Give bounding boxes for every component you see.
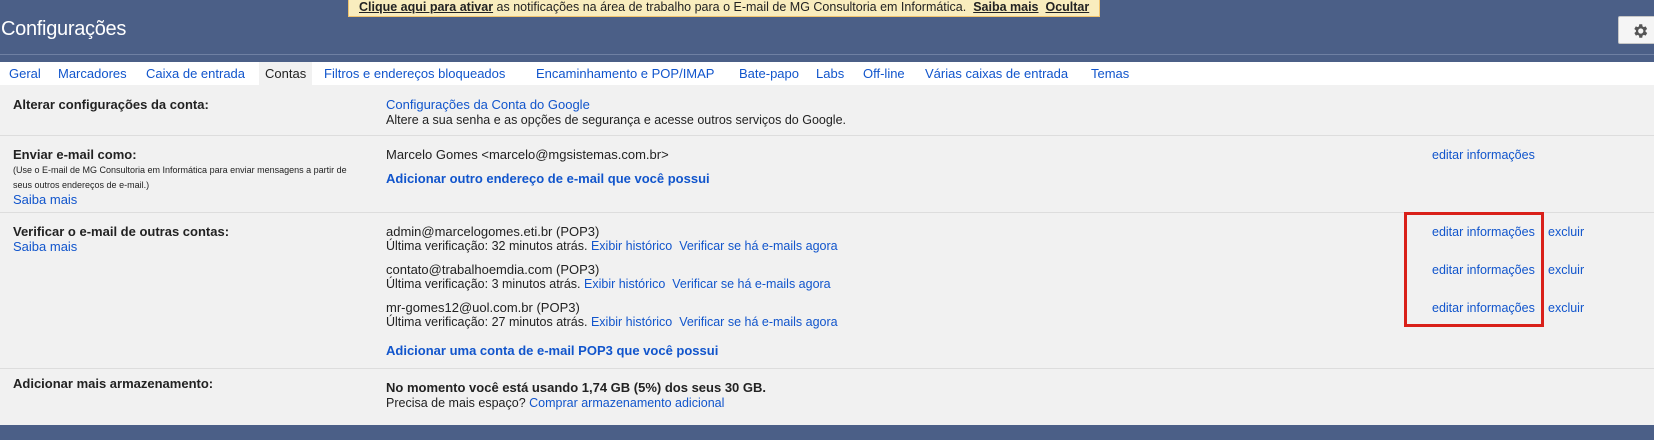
- send-as-identity: Marcelo Gomes <marcelo@mgsistemas.com.br…: [386, 147, 669, 162]
- tab-temas[interactable]: Temas: [1085, 62, 1135, 85]
- pop3-edit-link[interactable]: editar informações: [1432, 263, 1535, 277]
- tab-caixa-de-entrada[interactable]: Caixa de entrada: [140, 62, 251, 85]
- check-now-link[interactable]: Verificar se há e-mails agora: [679, 239, 837, 253]
- send-as-label: Enviar e-mail como:: [13, 147, 137, 162]
- settings-tabs: Geral Marcadores Caixa de entrada Contas…: [0, 62, 1654, 85]
- tab-contas[interactable]: Contas: [259, 62, 313, 85]
- last-check-text: Última verificação: 3 minutos atrás.: [386, 277, 581, 291]
- add-email-address-link[interactable]: Adicionar outro endereço de e-mail que v…: [386, 171, 710, 186]
- tab-filtros[interactable]: Filtros e endereços bloqueados: [318, 62, 511, 85]
- tab-off-line[interactable]: Off-line: [857, 62, 911, 85]
- send-as-note: (Use o E-mail de MG Consultoria em Infor…: [13, 165, 347, 190]
- settings-button[interactable]: [1618, 16, 1654, 44]
- activate-notifications-link[interactable]: Clique aqui para ativar: [359, 0, 493, 14]
- tab-geral[interactable]: Geral: [3, 62, 47, 85]
- tab-labs[interactable]: Labs: [810, 62, 850, 85]
- storage-usage: No momento você está usando 1,74 GB (5%)…: [386, 380, 766, 395]
- settings-content: Alterar configurações da conta: Configur…: [0, 85, 1654, 425]
- pop3-delete-link[interactable]: excluir: [1548, 301, 1584, 315]
- account-settings-label: Alterar configurações da conta:: [13, 97, 209, 112]
- top-bar: Clique aqui para ativar as notificações …: [0, 0, 1654, 60]
- pop3-account-status: Última verificação: 32 minutos atrás. Ex…: [386, 239, 838, 253]
- check-now-link[interactable]: Verificar se há e-mails agora: [679, 315, 837, 329]
- tab-marcadores[interactable]: Marcadores: [52, 62, 133, 85]
- google-account-settings-link[interactable]: Configurações da Conta do Google: [386, 97, 590, 112]
- tab-varias-caixas[interactable]: Várias caixas de entrada: [919, 62, 1074, 85]
- account-settings-description: Altere a sua senha e as opções de segura…: [386, 113, 847, 127]
- storage-need-more: Precisa de mais espaço? Comprar armazena…: [386, 396, 724, 410]
- send-as-row: Enviar e-mail como: (Use o E-mail de MG …: [0, 136, 1654, 213]
- account-settings-row: Alterar configurações da conta: Configur…: [0, 85, 1654, 136]
- pop3-edit-link[interactable]: editar informações: [1432, 301, 1535, 315]
- check-mail-row: Verificar o e-mail de outras contas: Sai…: [0, 213, 1654, 369]
- pop3-account-status: Última verificação: 27 minutos atrás. Ex…: [386, 315, 838, 329]
- header-divider: [0, 54, 1654, 55]
- storage-need-more-text: Precisa de mais espaço?: [386, 396, 530, 410]
- view-history-link[interactable]: Exibir histórico: [584, 277, 665, 291]
- last-check-text: Última verificação: 27 minutos atrás.: [386, 315, 588, 329]
- send-as-edit-link[interactable]: editar informações: [1432, 148, 1535, 162]
- pop3-account-status: Última verificação: 3 minutos atrás. Exi…: [386, 277, 831, 291]
- send-as-learn-more-link[interactable]: Saiba mais: [13, 192, 77, 207]
- gear-icon: [1634, 24, 1648, 38]
- pop3-account-address: mr-gomes12@uol.com.br (POP3): [386, 300, 580, 315]
- storage-label: Adicionar mais armazenamento:: [13, 376, 214, 391]
- check-now-link[interactable]: Verificar se há e-mails agora: [672, 277, 830, 291]
- tab-bate-papo[interactable]: Bate-papo: [733, 62, 805, 85]
- tab-encaminhamento[interactable]: Encaminhamento e POP/IMAP: [530, 62, 720, 85]
- notification-banner: Clique aqui para ativar as notificações …: [348, 0, 1101, 17]
- banner-message: as notificações na área de trabalho para…: [493, 0, 967, 14]
- check-mail-learn-more-link[interactable]: Saiba mais: [13, 239, 77, 254]
- add-pop3-account-link[interactable]: Adicionar uma conta de e-mail POP3 que v…: [386, 343, 718, 358]
- banner-hide-link[interactable]: Ocultar: [1045, 0, 1089, 14]
- page-title: Configurações: [1, 18, 127, 40]
- pop3-account-address: contato@trabalhoemdia.com (POP3): [386, 262, 600, 277]
- check-mail-label: Verificar o e-mail de outras contas:: [13, 224, 230, 239]
- pop3-delete-link[interactable]: excluir: [1548, 225, 1584, 239]
- view-history-link[interactable]: Exibir histórico: [591, 239, 672, 253]
- pop3-account-address: admin@marcelogomes.eti.br (POP3): [386, 224, 600, 239]
- buy-storage-link[interactable]: Comprar armazenamento adicional: [529, 396, 724, 410]
- pop3-edit-link[interactable]: editar informações: [1432, 225, 1535, 239]
- banner-learn-more-link[interactable]: Saiba mais: [973, 0, 1038, 14]
- view-history-link[interactable]: Exibir histórico: [591, 315, 672, 329]
- storage-row: Adicionar mais armazenamento: No momento…: [0, 369, 1654, 425]
- pop3-delete-link[interactable]: excluir: [1548, 263, 1584, 277]
- last-check-text: Última verificação: 32 minutos atrás.: [386, 239, 588, 253]
